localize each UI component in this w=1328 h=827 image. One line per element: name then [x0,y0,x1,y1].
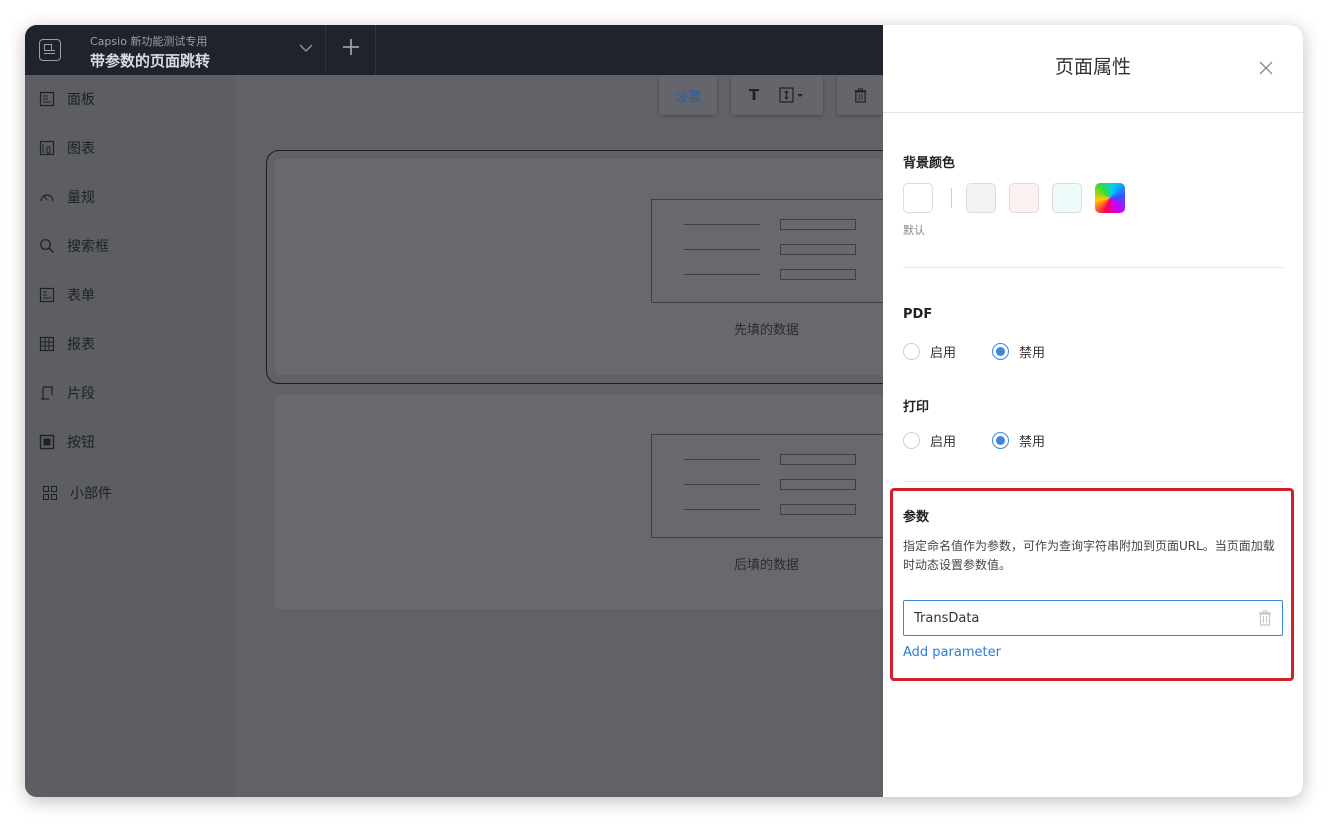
gauge-icon [40,194,54,202]
settings-button[interactable]: 设置 [659,75,717,115]
form-illustration [651,199,887,303]
swatch-custom-color[interactable] [1095,183,1125,213]
sidebar-item-chart[interactable]: 图表 [39,136,95,160]
divider [375,25,376,75]
divider [903,481,1283,482]
print-radio-group: 启用 禁用 [903,430,1045,450]
trash-icon[interactable] [1258,610,1272,626]
pdf-radio-group: 启用 禁用 [903,341,1045,361]
sidebar-item-label: 量规 [67,190,95,206]
add-page-icon[interactable] [341,37,361,57]
swatch-default[interactable] [903,183,933,213]
vertical-align-icon[interactable] [779,87,805,103]
params-title: 参数 [903,510,930,525]
sidebar-item-label: 按钮 [67,435,95,451]
swatch-gray[interactable] [966,183,996,213]
sidebar-item-label: 表单 [67,288,95,304]
component-sidebar: 面板 图表 量规 搜索框 表单 报表 片段 按钮 小部件 [25,75,235,797]
button-icon [39,434,55,450]
divider [325,25,326,75]
sidebar-item-label: 报表 [67,337,95,353]
sidebar-item-report[interactable]: 报表 [39,332,95,356]
chart-icon [39,140,55,156]
app-window: Capsio 新功能测试专用 带参数的页面跳转 面板 图表 量规 搜索框 表单 … [25,25,1303,797]
settings-label: 设置 [674,89,701,105]
snippet-icon [41,386,53,400]
app-icon[interactable] [39,39,61,61]
form-card-second[interactable]: 后填的数据 [275,395,915,609]
divider [903,267,1283,268]
form-icon [39,287,55,303]
pdf-enable-label: 启用 [930,345,957,361]
page-title: 带参数的页面跳转 [90,52,211,70]
sidebar-item-panel[interactable]: 面板 [39,87,95,111]
form-card-first[interactable]: 先填的数据 [266,150,924,384]
text-format-button[interactable]: T [749,86,759,104]
top-bar: Capsio 新功能测试专用 带参数的页面跳转 [25,25,883,75]
sidebar-item-form[interactable]: 表单 [39,283,95,307]
print-disable-radio[interactable] [992,431,1010,449]
sidebar-item-label: 面板 [67,92,95,108]
swatch-pink[interactable] [1009,183,1039,213]
grid-icon [39,336,55,352]
sidebar-item-label: 搜索框 [67,239,109,255]
default-label: 默认 [903,224,925,237]
params-description: 指定命名值作为参数，可作为查询字符串附加到页面URL。当页面加载时动态设置参数值… [903,539,1275,572]
panel-icon [39,91,55,107]
sidebar-item-widget[interactable]: 小部件 [42,481,112,505]
sidebar-item-button[interactable]: 按钮 [39,430,95,454]
pdf-enable-radio[interactable] [903,342,920,360]
parameter-name-input[interactable] [903,600,1283,636]
chevron-down-icon[interactable] [297,39,315,57]
sidebar-item-label: 片段 [67,386,95,402]
add-parameter-link[interactable]: Add parameter [903,645,1001,660]
delete-button[interactable] [837,75,883,115]
page-properties-panel: 页面属性 背景颜色 默认 PDF 启用 禁用 打印 启用 禁用 参数 指定命名值… [883,25,1303,797]
divider [883,112,1303,113]
card-caption: 后填的数据 [734,558,800,573]
panel-title: 页面属性 [1054,56,1131,78]
design-canvas[interactable]: 设置 T 先填的数据 后填的数据 [235,75,924,797]
print-enable-label: 启用 [930,434,957,450]
swatch-cyan[interactable] [1052,183,1082,213]
print-enable-radio[interactable] [903,431,920,449]
sidebar-item-label: 小部件 [70,486,112,502]
sidebar-item-label: 图表 [67,141,95,157]
close-icon[interactable] [1259,61,1273,75]
pdf-disable-label: 禁用 [1019,345,1046,361]
divider [951,188,952,208]
widget-icon [43,486,57,500]
sidebar-item-snippet[interactable]: 片段 [39,381,95,405]
pdf-title: PDF [903,307,933,322]
print-title: 打印 [903,400,930,415]
pdf-disable-radio[interactable] [992,342,1010,360]
print-disable-label: 禁用 [1019,434,1046,450]
sidebar-item-gauge[interactable]: 量规 [39,185,95,209]
bg-color-title: 背景颜色 [903,156,956,171]
card-caption: 先填的数据 [734,323,800,338]
app-subtitle: Capsio 新功能测试专用 [90,35,208,48]
text-toolbar: T [731,75,823,115]
trash-icon [853,87,867,103]
search-icon [40,239,54,253]
form-illustration [651,434,887,538]
sidebar-item-search[interactable]: 搜索框 [39,234,109,258]
